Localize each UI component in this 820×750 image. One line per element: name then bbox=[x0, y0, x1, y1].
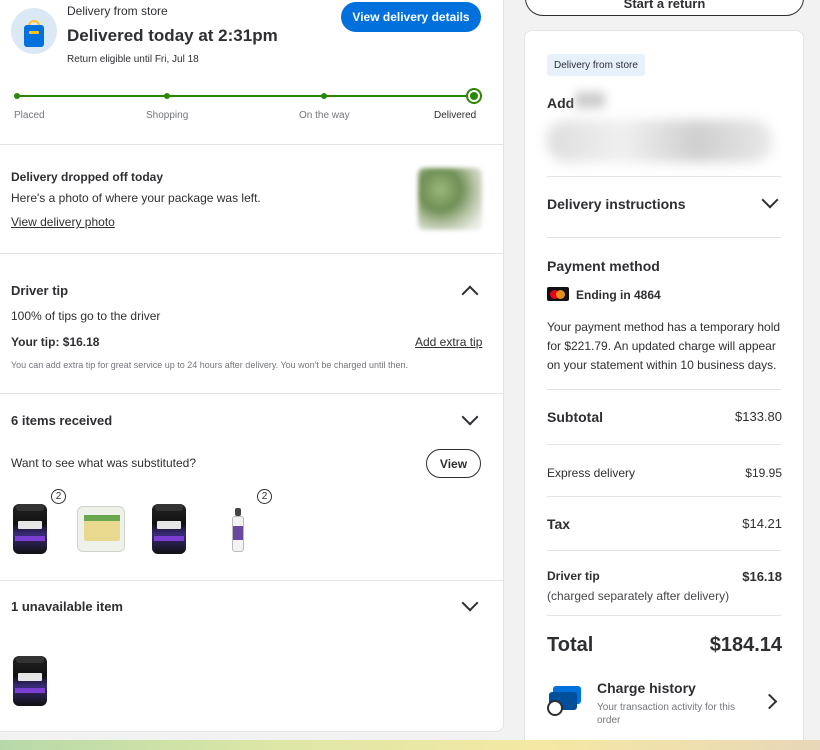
step-on-the-way: On the way bbox=[299, 110, 350, 121]
delivery-status-title: Delivered today at 2:31pm bbox=[67, 26, 278, 45]
unavailable-title: 1 unavailable item bbox=[11, 599, 123, 614]
delivery-type-label: Delivery from store bbox=[67, 4, 168, 18]
total-value: $184.14 bbox=[709, 634, 782, 656]
tip-disclaimer: You can add extra tip for great service … bbox=[11, 360, 408, 370]
total-label: Total bbox=[547, 634, 594, 656]
express-delivery-label: Express delivery bbox=[547, 466, 636, 480]
chevron-up-icon[interactable] bbox=[461, 285, 479, 303]
tip-summary-note: (charged separately after delivery) bbox=[547, 589, 730, 603]
divider bbox=[547, 389, 781, 390]
divider bbox=[547, 550, 781, 551]
step-delivered: Delivered bbox=[434, 110, 477, 121]
charge-history-title[interactable]: Charge history bbox=[597, 680, 696, 696]
quantity-badge: 2 bbox=[51, 489, 66, 504]
divider bbox=[0, 580, 504, 581]
view-delivery-details-button[interactable]: View delivery details bbox=[341, 2, 481, 32]
chevron-down-icon[interactable] bbox=[461, 408, 479, 426]
quantity-badge: 2 bbox=[257, 489, 272, 504]
divider bbox=[547, 615, 781, 616]
item-thumbnail[interactable] bbox=[152, 504, 186, 554]
background-strip bbox=[0, 740, 820, 750]
tip-amount: Your tip: $16.18 bbox=[11, 335, 100, 349]
progress-dot-delivered bbox=[466, 88, 482, 104]
divider bbox=[547, 237, 781, 238]
substitution-prompt: Want to see what was substituted? bbox=[11, 456, 196, 470]
progress-dot-placed bbox=[14, 93, 20, 99]
address-redacted bbox=[547, 120, 772, 162]
subtotal-value: $133.80 bbox=[735, 409, 782, 424]
return-eligibility: Return eligible until Fri, Jul 18 bbox=[67, 54, 199, 65]
divider bbox=[547, 176, 781, 177]
tip-summary-label: Driver tip bbox=[547, 569, 600, 583]
tax-value: $14.21 bbox=[742, 516, 782, 531]
item-thumbnail[interactable] bbox=[230, 508, 246, 552]
express-delivery-value: $19.95 bbox=[745, 466, 782, 480]
step-placed: Placed bbox=[14, 110, 45, 121]
address-redacted bbox=[575, 92, 605, 108]
mastercard-icon bbox=[547, 287, 569, 301]
dropoff-title: Delivery dropped off today bbox=[11, 170, 164, 184]
item-thumbnail[interactable] bbox=[13, 656, 47, 706]
delivery-type-pill: Delivery from store bbox=[547, 54, 645, 76]
view-delivery-photo-link[interactable]: View delivery photo bbox=[11, 215, 115, 229]
divider bbox=[547, 496, 781, 497]
payment-method-title: Payment method bbox=[547, 258, 660, 274]
divider bbox=[547, 444, 781, 445]
divider bbox=[0, 144, 504, 145]
hold-notice: Your payment method has a temporary hold… bbox=[547, 320, 781, 372]
progress-dot-shopping bbox=[164, 93, 170, 99]
card-ending: Ending in 4864 bbox=[576, 288, 661, 302]
step-shopping: Shopping bbox=[146, 110, 189, 121]
progress-track bbox=[17, 95, 475, 97]
address-label: Add bbox=[547, 95, 575, 111]
driver-tip-title: Driver tip bbox=[11, 283, 69, 298]
delivery-photo-thumbnail[interactable] bbox=[418, 168, 482, 230]
progress-dot-on-the-way bbox=[321, 93, 327, 99]
divider bbox=[0, 253, 504, 254]
item-thumbnail[interactable] bbox=[13, 504, 47, 554]
items-received-title: 6 items received bbox=[11, 413, 113, 428]
order-status-panel: Delivery from store Delivered today at 2… bbox=[0, 0, 504, 732]
divider bbox=[0, 393, 504, 394]
start-return-button[interactable]: Start a return bbox=[525, 0, 804, 16]
item-thumbnail[interactable] bbox=[77, 506, 125, 552]
tip-note: 100% of tips go to the driver bbox=[11, 309, 161, 323]
walmart-bag-icon bbox=[11, 8, 57, 54]
tip-summary-value: $16.18 bbox=[742, 569, 782, 584]
chevron-down-icon[interactable] bbox=[461, 594, 479, 612]
dropoff-description: Here's a photo of where your package was… bbox=[11, 191, 261, 205]
charge-history-icon bbox=[547, 684, 583, 718]
tax-label: Tax bbox=[547, 516, 571, 532]
charge-history-description: Your transaction activity for this order bbox=[597, 702, 736, 726]
delivery-instructions-label: Delivery instructions bbox=[547, 196, 686, 212]
subtotal-label: Subtotal bbox=[547, 409, 603, 425]
add-extra-tip-link[interactable]: Add extra tip bbox=[415, 335, 482, 349]
view-substitutions-button[interactable]: View bbox=[426, 449, 481, 478]
